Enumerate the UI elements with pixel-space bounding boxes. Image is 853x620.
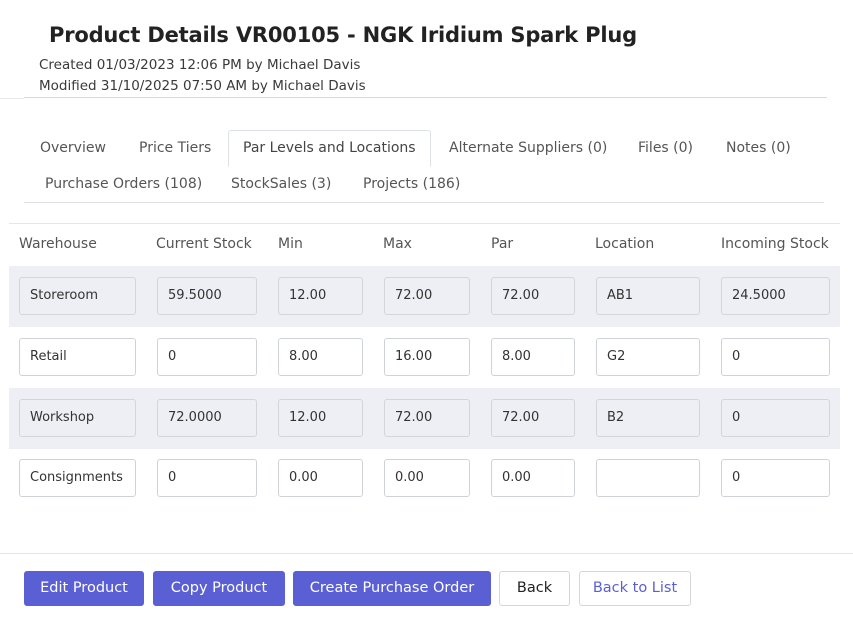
max-field[interactable]: 72.00: [384, 399, 470, 437]
table-row: Workshop 72.0000 12.00 72.00 72.00 B2 0: [9, 388, 840, 449]
back-button[interactable]: Back: [499, 571, 570, 606]
incoming-stock-field[interactable]: 24.5000: [721, 277, 830, 315]
header-divider: [24, 97, 827, 98]
min-field[interactable]: 12.00: [278, 399, 363, 437]
location-field[interactable]: G2: [596, 338, 700, 376]
warehouse-field[interactable]: Workshop: [19, 399, 136, 437]
max-field[interactable]: 72.00: [384, 277, 470, 315]
modified-info: Modified 31/10/2025 07:50 AM by Michael …: [39, 78, 366, 94]
incoming-stock-field[interactable]: 0: [721, 399, 830, 437]
create-purchase-order-button[interactable]: Create Purchase Order: [293, 571, 491, 606]
column-header-max: Max: [383, 236, 412, 252]
edit-product-button[interactable]: Edit Product: [24, 571, 144, 606]
current-stock-field[interactable]: 59.5000: [157, 277, 257, 315]
tab-projects[interactable]: Projects (186): [348, 166, 475, 203]
tab-notes[interactable]: Notes (0): [711, 130, 806, 167]
page-header: Product Details VR00105 - NGK Iridium Sp…: [0, 0, 853, 99]
created-info: Created 01/03/2023 12:06 PM by Michael D…: [39, 57, 361, 73]
table-top-divider: [9, 223, 840, 224]
incoming-stock-field[interactable]: 0: [721, 459, 830, 497]
min-field[interactable]: 12.00: [278, 277, 363, 315]
tab-alternate-suppliers[interactable]: Alternate Suppliers (0): [434, 130, 622, 167]
table-row: Consignments 0 0.00 0.00 0.00 0: [9, 448, 840, 509]
max-field[interactable]: 0.00: [384, 459, 470, 497]
min-field[interactable]: 0.00: [278, 459, 363, 497]
current-stock-field[interactable]: 0: [157, 338, 257, 376]
tab-par-levels-and-locations[interactable]: Par Levels and Locations: [228, 130, 431, 167]
tab-price-tiers[interactable]: Price Tiers: [124, 130, 226, 167]
warehouse-field[interactable]: Consignments: [19, 459, 136, 497]
tab-stocksales[interactable]: StockSales (3): [216, 166, 346, 203]
tab-bar: Overview Price Tiers Par Levels and Loca…: [24, 130, 824, 203]
column-header-min: Min: [278, 236, 303, 252]
tab-overview[interactable]: Overview: [25, 130, 121, 167]
column-header-warehouse: Warehouse: [19, 236, 97, 252]
back-to-list-button[interactable]: Back to List: [579, 571, 691, 606]
current-stock-field[interactable]: 0: [157, 459, 257, 497]
footer-divider: [0, 553, 853, 554]
column-header-incoming-stock: Incoming Stock: [721, 236, 829, 252]
table-row: Storeroom 59.5000 12.00 72.00 72.00 AB1 …: [9, 266, 840, 327]
warehouse-field[interactable]: Storeroom: [19, 277, 136, 315]
incoming-stock-field[interactable]: 0: [721, 338, 830, 376]
par-field[interactable]: 8.00: [491, 338, 575, 376]
par-field[interactable]: 0.00: [491, 459, 575, 497]
min-field[interactable]: 8.00: [278, 338, 363, 376]
page-title: Product Details VR00105 - NGK Iridium Sp…: [49, 23, 637, 47]
table-row: Retail 0 8.00 16.00 8.00 G2 0: [9, 327, 840, 388]
copy-product-button[interactable]: Copy Product: [153, 571, 285, 606]
current-stock-field[interactable]: 72.0000: [157, 399, 257, 437]
column-header-location: Location: [595, 236, 655, 252]
par-field[interactable]: 72.00: [491, 277, 575, 315]
location-field[interactable]: B2: [596, 399, 700, 437]
warehouse-field[interactable]: Retail: [19, 338, 136, 376]
header-divider-left: [0, 98, 24, 99]
tab-files[interactable]: Files (0): [623, 130, 708, 167]
column-header-current-stock: Current Stock: [156, 236, 252, 252]
location-field[interactable]: AB1: [596, 277, 700, 315]
par-field[interactable]: 72.00: [491, 399, 575, 437]
tab-purchase-orders[interactable]: Purchase Orders (108): [30, 166, 217, 203]
location-field[interactable]: [596, 459, 700, 497]
max-field[interactable]: 16.00: [384, 338, 470, 376]
column-header-par: Par: [491, 236, 514, 252]
